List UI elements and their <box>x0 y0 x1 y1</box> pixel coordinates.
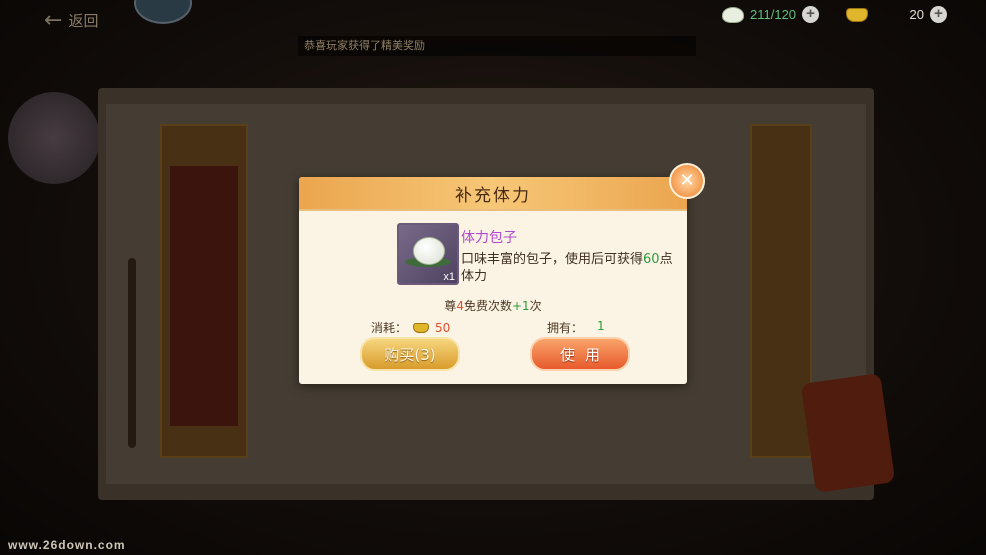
bun-icon <box>413 237 445 265</box>
avatar[interactable] <box>134 0 192 24</box>
bun-icon <box>722 6 744 23</box>
close-icon: ✕ <box>679 170 695 191</box>
replenish-stamina-dialog: 补充体力 ✕ x1 体力包子 口味丰富的包子，使用后可获得60点体力 尊4免费次… <box>299 163 705 384</box>
free-prefix: 尊 <box>444 299 457 313</box>
use-button[interactable]: 使用 <box>530 337 630 371</box>
add-gold-icon[interactable]: + <box>930 6 947 23</box>
cost-value: 50 <box>435 320 451 335</box>
item-name: 体力包子 <box>461 230 517 246</box>
own-value: 1 <box>597 319 605 333</box>
gold-value: 20 <box>909 7 924 22</box>
close-button[interactable]: ✕ <box>669 163 705 199</box>
news-ticker: 恭喜玩家获得了精美奖励 <box>298 36 696 56</box>
free-count-line: 尊4免费次数+1次 <box>299 297 687 314</box>
buy-button[interactable]: 购买(3) <box>360 337 460 371</box>
stamina-resource: 211/120 + <box>722 6 820 23</box>
item-description: 口味丰富的包子，使用后可获得60点体力 <box>461 251 675 285</box>
gold-resource: 20 + <box>846 6 947 23</box>
stamina-value: 211/120 <box>750 7 797 22</box>
desc-prefix: 口味丰富的包子，使用后可获得 <box>461 252 644 267</box>
back-arrow-icon: ← <box>44 8 63 33</box>
back-button[interactable]: ← 返回 <box>44 8 98 33</box>
item-quantity: x1 <box>443 271 455 283</box>
free-suffix: 次 <box>529 299 542 313</box>
free-count: 4 <box>456 299 464 313</box>
gold-ingot-icon <box>413 322 430 333</box>
gold-ingot-icon <box>846 7 868 22</box>
own-line: 拥有： 1 <box>547 319 605 336</box>
item-icon[interactable]: x1 <box>397 223 459 285</box>
watermark: www.26down.com <box>8 538 126 552</box>
free-bonus: +1 <box>511 299 530 313</box>
dialog-title: 补充体力 <box>455 185 531 206</box>
ticker-text: 恭喜玩家获得了精美奖励 <box>304 39 425 52</box>
dialog-header: 补充体力 <box>299 177 687 211</box>
top-bar: ← 返回 211/120 + 20 + <box>0 0 986 40</box>
desc-value: 60 <box>643 252 660 267</box>
add-stamina-icon[interactable]: + <box>802 6 820 23</box>
back-label: 返回 <box>68 12 99 30</box>
cost-line: 消耗： 50 <box>371 319 450 336</box>
cost-label: 消耗： <box>371 321 408 335</box>
free-middle: 免费次数 <box>463 299 512 313</box>
own-label: 拥有： <box>547 321 584 335</box>
